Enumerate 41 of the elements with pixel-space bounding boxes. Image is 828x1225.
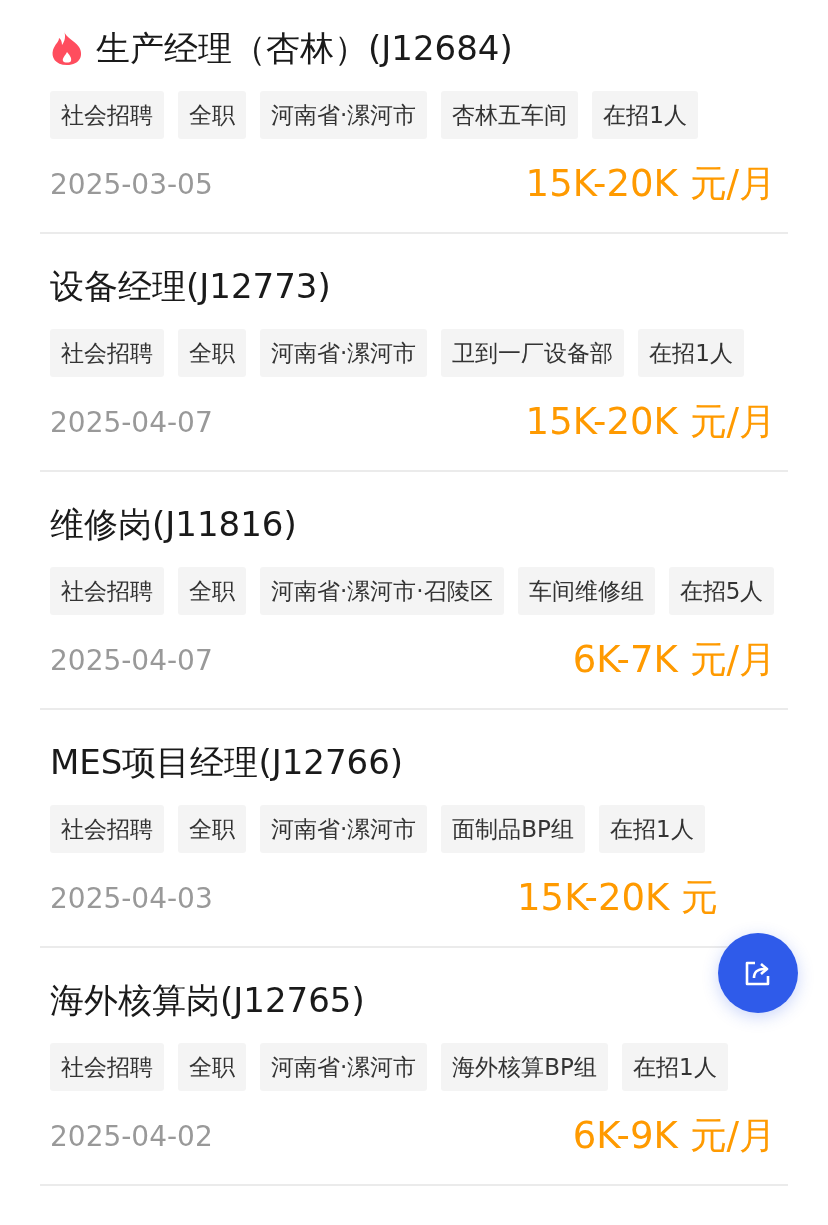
tag-label: 在招1人: [621, 1043, 728, 1091]
tag-label: 面制品BP组: [441, 805, 585, 853]
tag-label: 社会招聘: [50, 329, 164, 377]
salary-range: 6K-7K 元/月: [572, 637, 776, 683]
tag-label: 河南省·漯河市: [260, 91, 428, 139]
salary-range: 15K-20K 元/月: [525, 161, 776, 207]
post-date: 2025-04-07: [50, 643, 213, 677]
post-date: 2025-04-07: [50, 405, 213, 439]
post-date: 2025-04-03: [50, 881, 213, 915]
tag-label: 全职: [178, 329, 246, 377]
job-title[interactable]: 海外核算岗(J12765): [50, 974, 365, 1026]
tag-label: 杏林五车间: [441, 91, 579, 139]
tag-label: 卫到一厂设备部: [441, 329, 625, 377]
tag-label: 全职: [178, 567, 246, 615]
job-title[interactable]: 生产经理（杏林）(J12684): [96, 22, 513, 74]
tag-label: 全职: [178, 1043, 246, 1091]
post-date: 2025-04-02: [50, 1119, 213, 1153]
job-title[interactable]: MES项目经理(J12766): [50, 736, 404, 788]
tag-label: 全职: [178, 805, 246, 853]
tag-label: 在招1人: [638, 329, 744, 377]
tag-label: 车间维修组: [517, 567, 655, 615]
job-title[interactable]: 设备经理(J12773): [50, 260, 331, 312]
tag-label: 社会招聘: [50, 91, 164, 139]
salary-range: 15K-20K 元: [517, 875, 718, 921]
tag-label: 社会招聘: [50, 1043, 164, 1091]
post-date: 2025-03-05: [50, 167, 213, 201]
tag-label: 河南省·漯河市: [260, 805, 428, 853]
job-title[interactable]: 维修岗(J11816): [50, 498, 297, 550]
tag-label: 河南省·漯河市: [260, 329, 428, 377]
tag-label: 海外核算BP组: [441, 1043, 608, 1091]
tag-label: 全职: [178, 91, 246, 139]
tag-label: 河南省·漯河市: [260, 1043, 428, 1091]
tag-label: 社会招聘: [50, 805, 164, 853]
tag-label: 在招1人: [592, 91, 698, 139]
tag-label: 社会招聘: [50, 567, 164, 615]
salary-range: 6K-9K 元/月: [572, 1113, 776, 1159]
salary-range: 15K-20K 元/月: [525, 399, 776, 445]
tag-label: 河南省·漯河市·召陵区: [260, 567, 504, 615]
share-button[interactable]: [718, 933, 798, 1013]
tag-label: 在招5人: [668, 567, 775, 615]
tag-label: 在招1人: [598, 805, 705, 853]
